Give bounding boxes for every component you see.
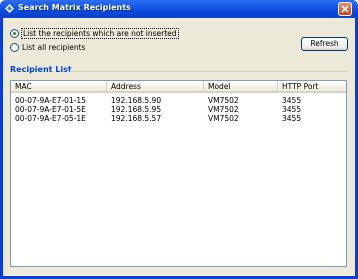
radio-all-recipients[interactable]: List all recipients <box>10 41 85 53</box>
title-bar[interactable]: Search Matrix Recipients <box>0 0 358 18</box>
column-header-address[interactable]: Address <box>107 81 204 93</box>
radio-all-recipients-label[interactable]: List all recipients <box>22 43 85 52</box>
table-row[interactable]: 00-07-9A-E7-01-15 192.168.5.90 VM7502 34… <box>11 96 346 105</box>
cell-address: 192.168.5.95 <box>111 105 162 114</box>
radio-not-inserted-label[interactable]: List the recipients which are not insert… <box>21 27 179 39</box>
cell-mac: 00-07-9A-E7-05-1E <box>15 114 86 123</box>
cell-model: VM7502 <box>208 105 239 114</box>
window-title: Search Matrix Recipients <box>18 3 131 12</box>
recipient-list-title: Recipient List <box>10 65 72 74</box>
close-x-icon <box>341 5 349 13</box>
column-header-model[interactable]: Model <box>204 81 278 93</box>
table-row[interactable]: 00-07-9A-E7-01-5E 192.168.5.95 VM7502 34… <box>11 105 346 114</box>
cell-model: VM7502 <box>208 114 239 123</box>
cell-mac: 00-07-9A-E7-01-15 <box>15 96 86 105</box>
cell-http-port: 3455 <box>282 96 302 105</box>
radio-not-inserted-button[interactable] <box>10 28 19 38</box>
column-header-mac[interactable]: MAC <box>11 81 107 93</box>
cell-http-port: 3455 <box>282 105 302 114</box>
refresh-button[interactable]: Refresh <box>301 37 348 51</box>
radio-not-inserted[interactable]: List the recipients which are not insert… <box>10 27 179 39</box>
cell-model: VM7502 <box>208 96 239 105</box>
group-divider <box>70 71 348 72</box>
dialog-body: List the recipients which are not insert… <box>3 18 355 276</box>
cell-mac: 00-07-9A-E7-01-5E <box>15 105 86 114</box>
list-header: MAC Address Model HTTP Port <box>11 81 346 93</box>
search-matrix-recipients-window: Search Matrix Recipients List the recipi… <box>0 0 358 279</box>
cell-http-port: 3455 <box>282 114 302 123</box>
diamond-app-icon <box>5 4 14 13</box>
table-row[interactable]: 00-07-9A-E7-05-1E 192.168.5.57 VM7502 34… <box>11 114 346 123</box>
recipient-list-view[interactable]: MAC Address Model HTTP Port 00-07-9A-E7-… <box>10 80 347 267</box>
cell-address: 192.168.5.90 <box>111 96 162 105</box>
column-header-http-port[interactable]: HTTP Port <box>278 81 346 93</box>
cell-address: 192.168.5.57 <box>111 114 162 123</box>
close-button[interactable] <box>338 2 352 16</box>
radio-all-recipients-button[interactable] <box>10 42 19 52</box>
